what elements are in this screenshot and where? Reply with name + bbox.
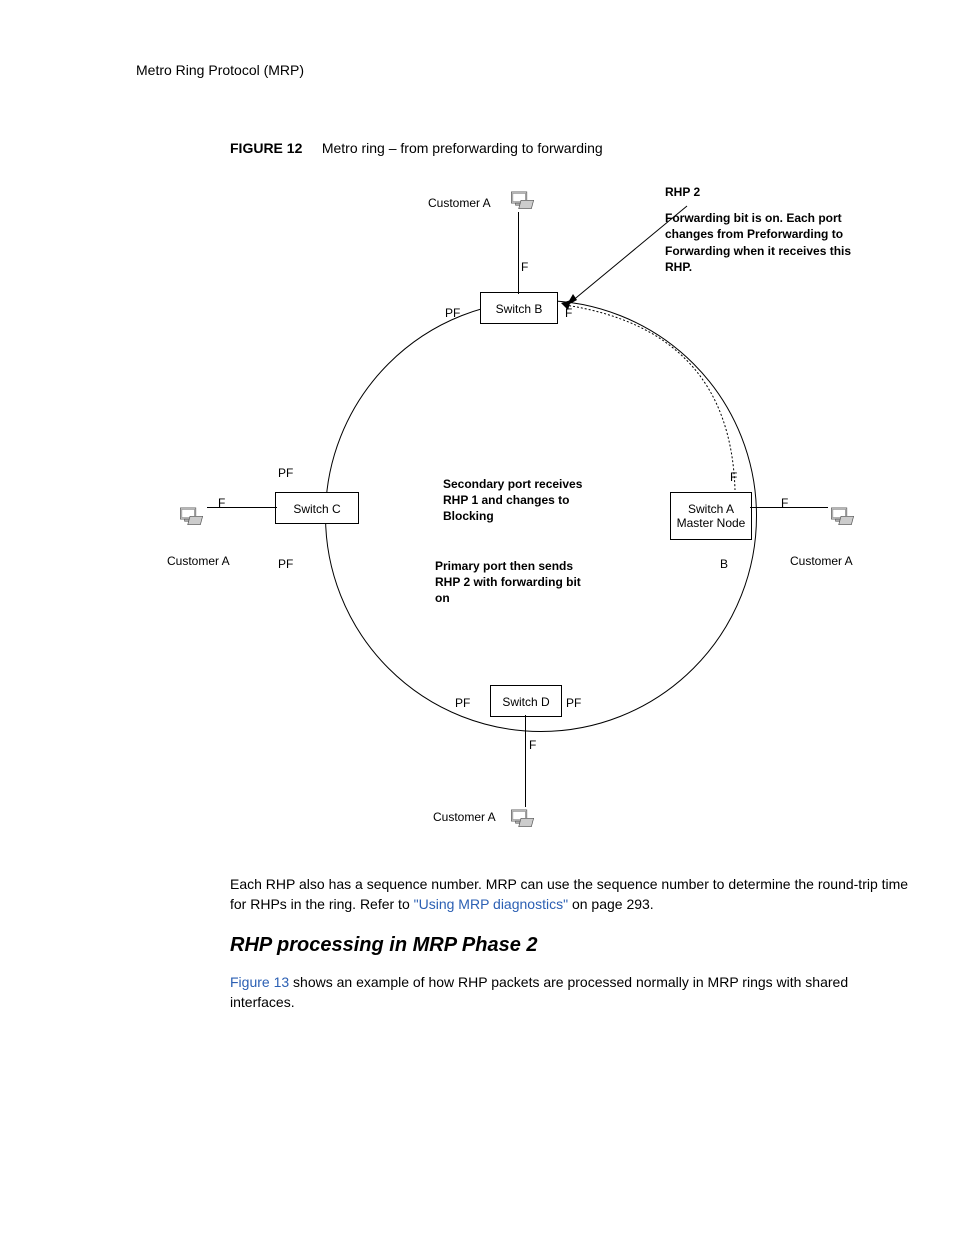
rhp2-label: RHP 2 (665, 184, 880, 200)
figure-title: Metro ring – from preforwarding to forwa… (322, 140, 603, 156)
figure-caption: FIGURE 12 Metro ring – from preforwardin… (230, 140, 603, 156)
connector-line (525, 715, 526, 807)
port-label-pf: PF (278, 557, 293, 571)
ring-diagram: Switch B Switch C Switch D Switch A Mast… (165, 180, 910, 850)
port-label-f: F (781, 496, 788, 510)
figure-number: FIGURE 12 (230, 140, 302, 156)
section-heading: RHP processing in MRP Phase 2 (230, 934, 538, 957)
customer-label: Customer A (790, 554, 853, 568)
port-label-f: F (218, 496, 225, 510)
port-label-f: F (529, 738, 536, 752)
port-label-pf: PF (445, 306, 460, 320)
port-label-f: F (521, 260, 528, 274)
port-label-pf: PF (278, 466, 293, 480)
body-paragraph-1: Each RHP also has a sequence number. MRP… (230, 874, 910, 915)
port-label-b: B (720, 557, 728, 571)
switch-c: Switch C (275, 492, 359, 524)
customer-label: Customer A (433, 810, 496, 824)
para2-text: shows an example of how RHP packets are … (230, 974, 848, 1010)
computer-icon (510, 806, 538, 832)
rhp2-path (560, 280, 770, 530)
rhp2-desc: Forwarding bit is on. Each port changes … (665, 210, 880, 275)
port-label-f: F (730, 470, 737, 484)
switch-d: Switch D (490, 685, 562, 717)
para1-b: on page 293. (568, 896, 654, 912)
port-label-pf: PF (455, 696, 470, 710)
computer-icon (830, 504, 858, 530)
port-label-f: F (565, 306, 572, 320)
body-paragraph-2: Figure 13 shows an example of how RHP pa… (230, 972, 910, 1013)
link-figure-13[interactable]: Figure 13 (230, 974, 289, 990)
computer-icon (510, 188, 538, 214)
page-header: Metro Ring Protocol (MRP) (136, 62, 304, 78)
customer-label: Customer A (428, 196, 491, 210)
computer-icon (179, 504, 207, 530)
center-text-2: Primary port then sends RHP 2 with forwa… (435, 558, 585, 607)
customer-label: Customer A (167, 554, 230, 568)
link-mrp-diagnostics[interactable]: "Using MRP diagnostics" (414, 896, 568, 912)
switch-b: Switch B (480, 292, 558, 324)
center-text-1: Secondary port receives RHP 1 and change… (443, 476, 583, 525)
port-label-pf: PF (566, 696, 581, 710)
connector-line (518, 212, 519, 294)
